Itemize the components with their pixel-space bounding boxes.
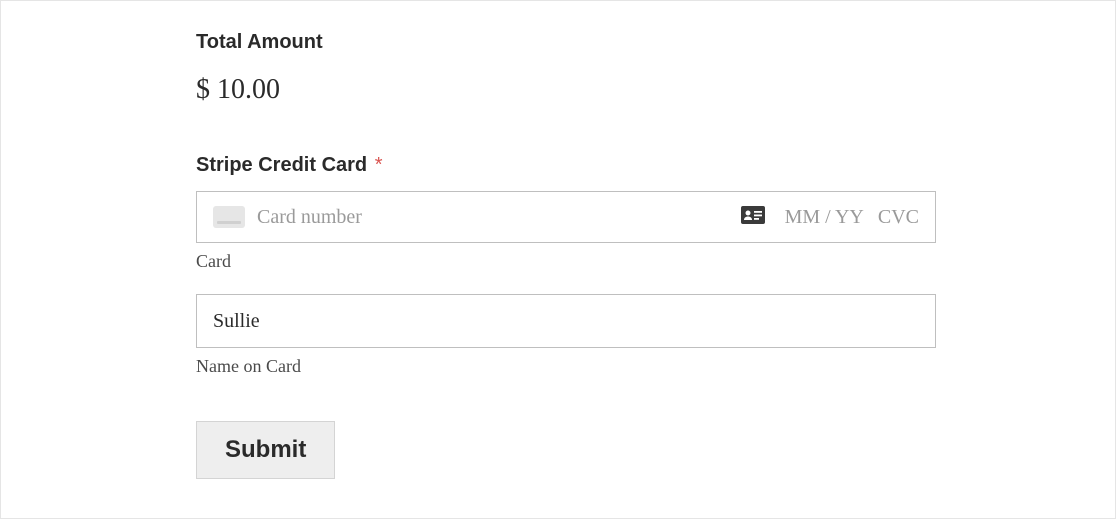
- card-sublabel: Card: [196, 251, 936, 272]
- form-content: Total Amount $ 10.00 Stripe Credit Card …: [196, 31, 936, 479]
- submit-button[interactable]: Submit: [196, 421, 335, 479]
- card-number-input[interactable]: [257, 206, 721, 229]
- card-input-row[interactable]: MM / YY CVC: [196, 191, 936, 243]
- stripe-card-label: Stripe Credit Card *: [196, 154, 936, 177]
- form-container: Total Amount $ 10.00 Stripe Credit Card …: [0, 0, 1116, 519]
- expiry-placeholder[interactable]: MM / YY: [785, 206, 864, 229]
- total-amount-value: $ 10.00: [196, 74, 936, 106]
- cvc-placeholder[interactable]: CVC: [878, 206, 919, 229]
- id-badge-icon: [741, 206, 765, 229]
- stripe-card-label-text: Stripe Credit Card: [196, 154, 367, 176]
- name-on-card-input[interactable]: [196, 294, 936, 348]
- name-on-card-sublabel: Name on Card: [196, 356, 936, 377]
- required-asterisk: *: [375, 154, 383, 176]
- credit-card-icon: [213, 206, 245, 228]
- card-meta-placeholders: MM / YY CVC: [785, 206, 919, 229]
- total-amount-heading: Total Amount: [196, 31, 936, 54]
